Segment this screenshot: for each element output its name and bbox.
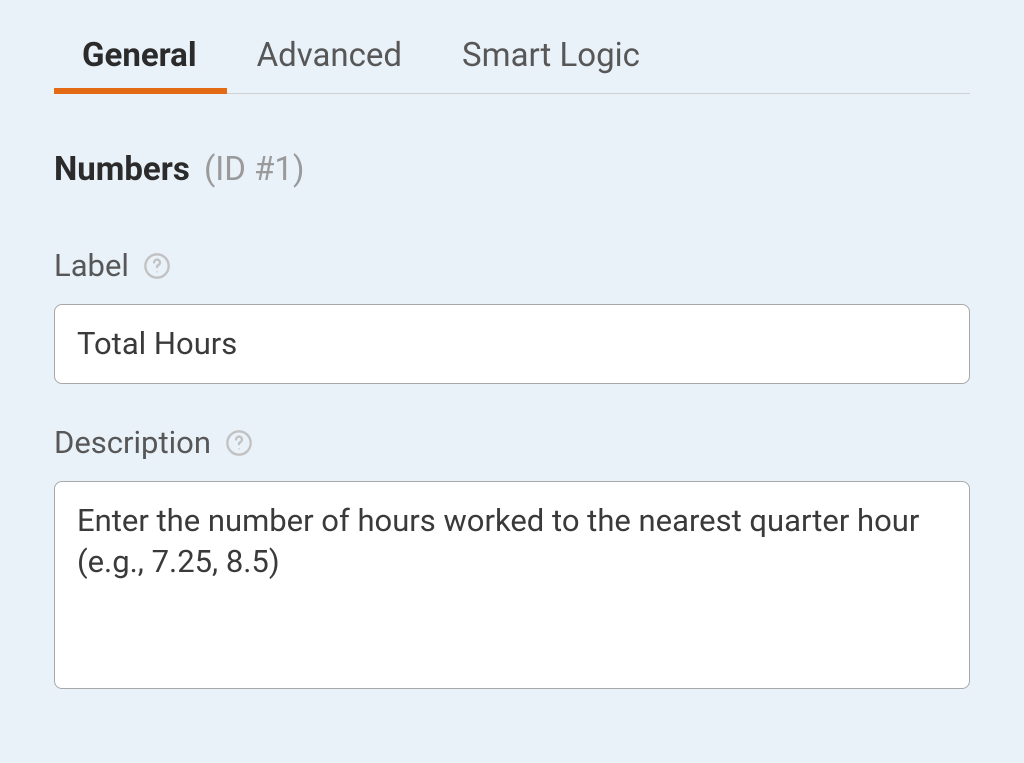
field-label-row: Description xyxy=(54,424,970,461)
field-group-description: Description xyxy=(54,424,970,693)
tab-smart-logic[interactable]: Smart Logic xyxy=(462,36,640,93)
tabs-nav: General Advanced Smart Logic xyxy=(54,0,970,94)
help-icon[interactable] xyxy=(225,429,253,457)
tab-general[interactable]: General xyxy=(82,36,197,93)
help-icon[interactable] xyxy=(143,252,171,280)
settings-panel: General Advanced Smart Logic Numbers (ID… xyxy=(0,0,1024,693)
description-input[interactable] xyxy=(54,481,970,689)
section-header: Numbers (ID #1) xyxy=(54,150,970,189)
field-label-row: Label xyxy=(54,247,970,284)
field-group-label: Label xyxy=(54,247,970,384)
description-field-label: Description xyxy=(54,424,211,461)
section-id: (ID #1) xyxy=(204,150,304,189)
section-title: Numbers xyxy=(54,150,190,189)
label-field-label: Label xyxy=(54,247,129,284)
label-input[interactable] xyxy=(54,304,970,384)
tab-advanced[interactable]: Advanced xyxy=(257,36,402,93)
